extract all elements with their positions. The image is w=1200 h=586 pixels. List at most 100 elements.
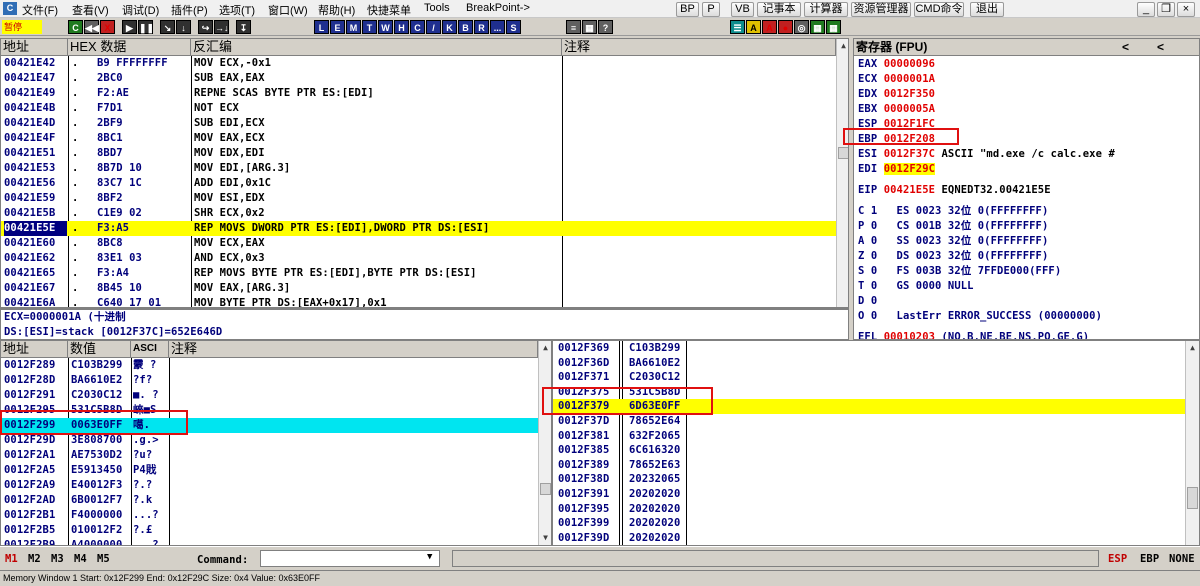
command-input[interactable] (260, 550, 440, 567)
disasm-row[interactable]: 00421E6A. C640 17 01 MOV BYTE PTR DS:[EAX+… (1, 296, 836, 307)
pause-icon[interactable]: ❚❚ (138, 20, 154, 34)
step-over-icon[interactable]: ↓ (176, 20, 191, 34)
flag-line[interactable]: S 0 FS 003B 32位 7FFDE000(FFF) (858, 264, 1061, 279)
disasm-row[interactable]: 00421E49. F2:AE REPNE SCAS BYTE PTR ES:[ED… (1, 86, 836, 101)
register-edi[interactable]: EDI 0012F29C (858, 162, 941, 177)
disasm-row[interactable]: 00421E4B. F7D1 NOT ECX (1, 101, 836, 116)
dump-col-address[interactable]: 地址 (1, 341, 68, 358)
flag-line[interactable]: T 0 GS 0000 NULL (858, 279, 974, 294)
col-header-address[interactable]: 地址 (1, 39, 68, 56)
menu-view[interactable]: 查看(V) (72, 2, 109, 18)
disasm-row[interactable]: 00421E4F. 8BC1 MOV EAX,ECX (1, 131, 836, 146)
plugin-target-icon[interactable]: ◎ (794, 20, 809, 34)
menu-shortcut[interactable]: 快捷菜单 (367, 2, 411, 18)
run-icon[interactable]: ▶ (122, 20, 137, 34)
disasm-row[interactable]: 00421E47. 2BC0 SUB EAX,EAX (1, 71, 836, 86)
dump-row[interactable]: 0012F2B9 A4000000...? (1, 538, 538, 545)
bp-button[interactable]: BP (676, 2, 699, 17)
stack-row[interactable]: 0012F381 632F2065 (553, 429, 1185, 444)
rewind-icon[interactable]: ◀◀ (84, 20, 99, 34)
notepad-button[interactable]: 记事本 (757, 2, 801, 17)
col-header-comment[interactable]: 注释 (562, 39, 836, 56)
dump-row[interactable]: 0012F2AD 6B0012F7 ?.k (1, 493, 538, 508)
register-edx[interactable]: EDX 0012F350 (858, 87, 941, 102)
scroll-up-icon[interactable]: ▲ (539, 341, 551, 354)
ebp-toggle[interactable]: EBP (1140, 553, 1159, 565)
register-esi[interactable]: ESI 0012F37C ASCII "md.exe /c calc.exe # (858, 147, 1115, 162)
calculator-button[interactable]: 计算器 (804, 2, 848, 17)
registers-prev-icon[interactable]: < (1122, 39, 1129, 55)
p-button[interactable]: P (702, 2, 720, 17)
menu-window[interactable]: 窗口(W) (268, 2, 308, 18)
stack-row[interactable]: 0012F399 20202020 (553, 516, 1185, 531)
dump-row[interactable]: 0012F28D BA6610E2 ?f? (1, 373, 538, 388)
disasm-row[interactable]: 00421E67. 8B45 10 MOV EAX,[ARG.3] (1, 281, 836, 296)
trace-over-icon[interactable]: →↓ (214, 20, 229, 34)
marker-m3[interactable]: M3 (51, 553, 64, 565)
flag-line[interactable]: Z 0 DS 0023 32位 0(FFFFFFFF) (858, 249, 1048, 264)
stack-row[interactable]: 0012F395 20202020 (553, 502, 1185, 517)
stack-row[interactable]: 0012F391 20202020 (553, 487, 1185, 502)
marker-m4[interactable]: M4 (74, 553, 87, 565)
register-efl[interactable]: EFL 00010203 (NO,B,NE,BE,NS,PO,GE,G) (858, 330, 1089, 339)
restart-icon[interactable]: C (68, 20, 83, 34)
menu-help[interactable]: 帮助(H) (318, 2, 355, 18)
esp-toggle[interactable]: ESP (1108, 553, 1127, 565)
register-ecx[interactable]: ECX 0000001A (858, 72, 941, 87)
command-dropdown-icon[interactable]: ▼ (427, 552, 432, 562)
dump-row[interactable]: 0012F291 C2030C12 ■. ? (1, 388, 538, 403)
plugin-grid2-icon[interactable]: ▦ (826, 20, 841, 34)
stack-row[interactable]: 0012F375 531C5B8D (553, 385, 1185, 400)
stack-row[interactable]: 0012F379 6D63E0FF (553, 399, 1185, 415)
disasm-row[interactable]: 00421E5E. F3:A5 REP MOVS DWORD PTR ES:[EDI… (1, 221, 836, 236)
dump-row[interactable]: 0012F2A9 E40012F3?.? (1, 478, 538, 493)
source-window-icon[interactable]: S (506, 20, 521, 34)
options-icon[interactable]: ≡ (566, 20, 581, 34)
menu-file[interactable]: 文件(F) (22, 2, 58, 18)
memory-window-icon[interactable]: M (346, 20, 361, 34)
stack-scrollbar[interactable]: ▲ (1185, 341, 1199, 545)
cpu-scrollbar[interactable]: ▲ (836, 39, 848, 307)
references-window-icon[interactable]: R (474, 20, 489, 34)
scroll-thumb[interactable] (540, 483, 551, 495)
close-icon[interactable]: × (1177, 2, 1195, 17)
register-eax[interactable]: EAX 00000096 (858, 57, 941, 72)
disasm-row[interactable]: 00421E51. 8BD7 MOV EDX,EDI (1, 146, 836, 161)
execute-till-return-icon[interactable]: ↧ (236, 20, 251, 34)
dump-row[interactable]: 0012F29D 3E808700 .g.> (1, 433, 538, 448)
dump-row[interactable]: 0012F295 531C5B8D 崍■S (1, 403, 538, 418)
callstack-window-icon[interactable]: K (442, 20, 457, 34)
scroll-up-icon[interactable]: ▲ (837, 39, 848, 52)
disasm-row[interactable]: 00421E53. 8B7D 10 MOV EDI,[ARG.3] (1, 161, 836, 176)
appearance-icon[interactable]: ▦ (582, 20, 597, 34)
plugin-a-icon[interactable]: A (746, 20, 761, 34)
restore-icon[interactable]: ❐ (1157, 2, 1175, 17)
dump-scrollbar[interactable]: ▲ ▼ (538, 341, 551, 545)
disasm-row[interactable]: 00421E65. F3:A4 REP MOVS BYTE PTR ES:[EDI]… (1, 266, 836, 281)
log-window-icon[interactable]: L (314, 20, 329, 34)
dump-row[interactable]: 0012F2B5 010012F2 ?.£ (1, 523, 538, 538)
disasm-row[interactable]: 00421E5B. C1E9 02 SHR ECX,0x2 (1, 206, 836, 221)
plugin-list-icon[interactable]: ☰ (730, 20, 745, 34)
plugin-record-icon[interactable]: ● (778, 20, 793, 34)
step-into-icon[interactable]: ↘ (160, 20, 175, 34)
stack-row[interactable]: 0012F38D 20232065 (553, 472, 1185, 487)
dump-row[interactable]: 0012F2A5 E5913450 P4戝 (1, 463, 538, 478)
vb-button[interactable]: VB (731, 2, 754, 17)
stack-row[interactable]: 0012F389 78652E63 (553, 458, 1185, 473)
threads-window-icon[interactable]: T (362, 20, 377, 34)
flag-line[interactable]: O 0 LastErr ERROR_SUCCESS (00000000) (858, 309, 1102, 324)
menu-debug[interactable]: 调试(D) (122, 2, 159, 18)
stack-row[interactable]: 0012F37D 78652E64 (553, 414, 1185, 429)
windows-window-icon[interactable]: W (378, 20, 393, 34)
scroll-up-icon[interactable]: ▲ (1186, 341, 1199, 354)
none-toggle[interactable]: NONE (1169, 553, 1195, 565)
disasm-row[interactable]: 00421E4D. 2BF9 SUB EDI,ECX (1, 116, 836, 131)
stack-row[interactable]: 0012F36D BA6610E2 (553, 356, 1185, 371)
marker-m1[interactable]: M1 (5, 553, 18, 565)
flag-line[interactable]: A 0 SS 0023 32位 0(FFFFFFFF) (858, 234, 1048, 249)
stack-row[interactable]: 0012F369 C103B299 (553, 341, 1185, 356)
cmd-button[interactable]: CMD命令 (914, 2, 964, 17)
scroll-down-icon[interactable]: ▼ (539, 531, 551, 544)
disasm-row[interactable]: 00421E42. B9 FFFFFFFF MOV ECX,-0x1 (1, 56, 836, 71)
